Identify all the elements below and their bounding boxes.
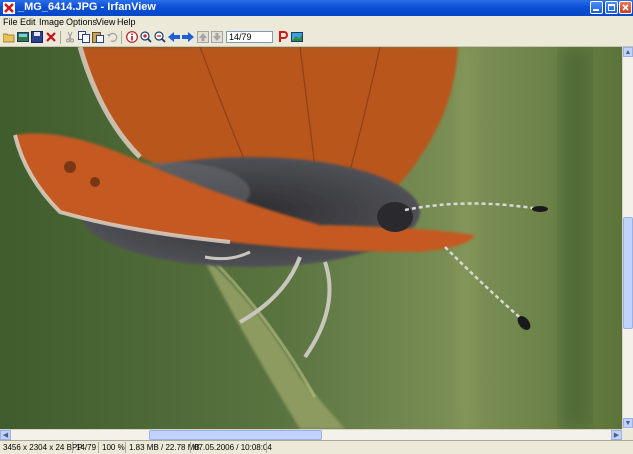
- title-bar[interactable]: _MG_6414.JPG - IrfanView: [0, 0, 633, 16]
- zoom-in-icon[interactable]: [140, 31, 152, 43]
- menu-image[interactable]: Image: [39, 17, 64, 27]
- status-index: 14/79: [76, 443, 97, 452]
- menu-view[interactable]: View: [96, 17, 115, 27]
- horizontal-scrollbar[interactable]: ◀ ▶: [0, 429, 622, 440]
- toolbar-separator: [121, 31, 122, 44]
- scroll-down-button[interactable]: ▼: [623, 418, 633, 428]
- status-dimensions: 3456 x 2304 x 24 BPP: [3, 443, 83, 452]
- menu-options[interactable]: Options: [66, 17, 97, 27]
- scroll-right-button[interactable]: ▶: [611, 430, 622, 440]
- status-divider: [190, 442, 191, 453]
- open-folder-icon[interactable]: [3, 31, 15, 43]
- status-bar: 3456 x 2304 x 24 BPP 14/79 100 % 1.83 MB…: [0, 440, 633, 454]
- page-number-field[interactable]: 14/79: [226, 31, 273, 43]
- scroll-left-button[interactable]: ◀: [0, 430, 11, 440]
- paste-icon[interactable]: [92, 31, 104, 43]
- close-icon: [622, 4, 629, 11]
- minimize-button[interactable]: [590, 1, 603, 14]
- status-divider: [72, 442, 73, 453]
- image-view[interactable]: [0, 47, 622, 429]
- chevron-up-icon: ▲: [624, 49, 632, 56]
- menu-edit[interactable]: Edit: [20, 17, 36, 27]
- status-datetime: 07.05.2006 / 10:08:04: [194, 443, 272, 452]
- status-divider: [125, 442, 126, 453]
- vertical-scroll-thumb[interactable]: [623, 217, 633, 329]
- copy-icon[interactable]: [78, 31, 90, 43]
- minimize-icon: [593, 9, 599, 11]
- menu-help[interactable]: Help: [117, 17, 136, 27]
- scroll-up-button[interactable]: ▲: [623, 47, 633, 57]
- slideshow-icon[interactable]: [17, 31, 29, 43]
- zoom-out-icon[interactable]: [154, 31, 166, 43]
- chevron-right-icon: ▶: [613, 432, 620, 439]
- horizontal-scroll-thumb[interactable]: [149, 430, 322, 440]
- print-icon[interactable]: [277, 31, 289, 43]
- status-divider: [266, 442, 267, 453]
- undo-icon[interactable]: [106, 31, 118, 43]
- last-icon[interactable]: [211, 31, 223, 43]
- close-button[interactable]: [619, 1, 632, 14]
- menu-bar: File Edit Image Options View Help: [0, 16, 633, 29]
- toolbar: 14/79: [0, 29, 633, 47]
- window-title: _MG_6414.JPG - IrfanView: [18, 1, 156, 13]
- paint-icon[interactable]: [291, 31, 303, 43]
- cut-icon[interactable]: [64, 31, 76, 43]
- scrollbar-corner: [622, 429, 633, 440]
- first-icon[interactable]: [197, 31, 209, 43]
- butterfly-photo: [0, 47, 622, 429]
- next-icon[interactable]: [182, 31, 194, 43]
- maximize-icon: [608, 4, 615, 11]
- chevron-down-icon: ▼: [624, 420, 632, 427]
- status-zoom: 100 %: [102, 443, 125, 452]
- info-icon[interactable]: [126, 31, 138, 43]
- status-divider: [98, 442, 99, 453]
- previous-icon[interactable]: [168, 31, 180, 43]
- toolbar-separator: [60, 31, 61, 44]
- chevron-left-icon: ◀: [2, 432, 9, 439]
- delete-icon[interactable]: [45, 31, 57, 43]
- maximize-button[interactable]: [605, 1, 618, 14]
- vertical-scrollbar[interactable]: ▲ ▼: [622, 47, 633, 429]
- menu-file[interactable]: File: [3, 17, 18, 27]
- save-icon[interactable]: [31, 31, 43, 43]
- irfanview-app-icon[interactable]: [3, 2, 15, 14]
